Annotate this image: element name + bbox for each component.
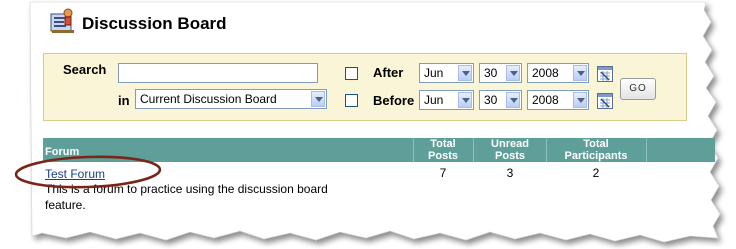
screenshot-stage: Discussion Board Search in Current Discu… xyxy=(0,0,736,249)
annotation-ellipse xyxy=(14,155,162,189)
